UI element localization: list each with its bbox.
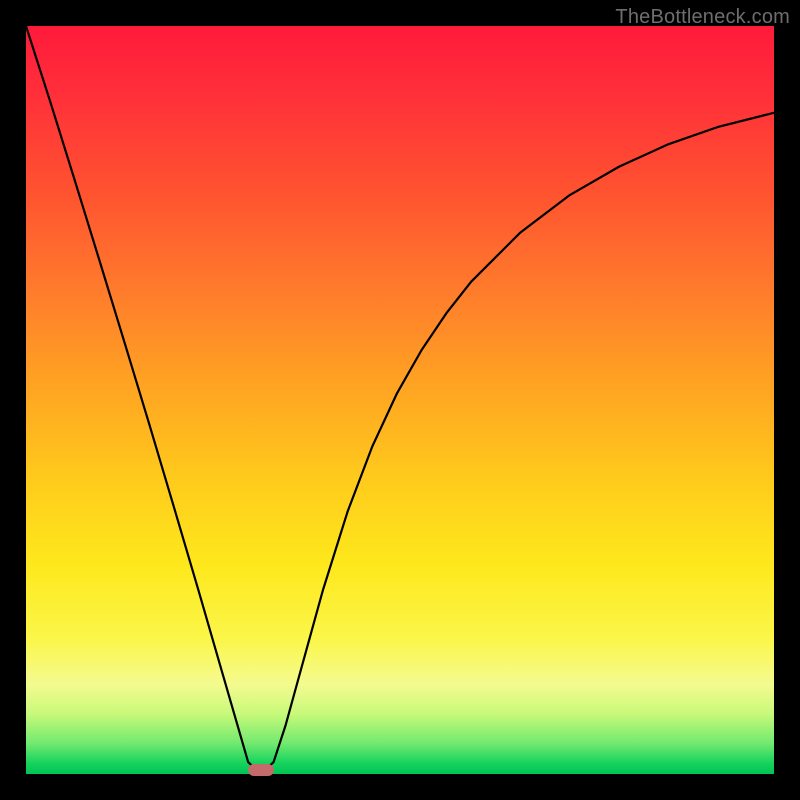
chart-stage: TheBottleneck.com [0,0,800,800]
curve-svg [26,26,774,774]
plot-area [26,26,774,774]
minimum-marker [248,764,274,776]
bottleneck-curve [26,26,774,774]
